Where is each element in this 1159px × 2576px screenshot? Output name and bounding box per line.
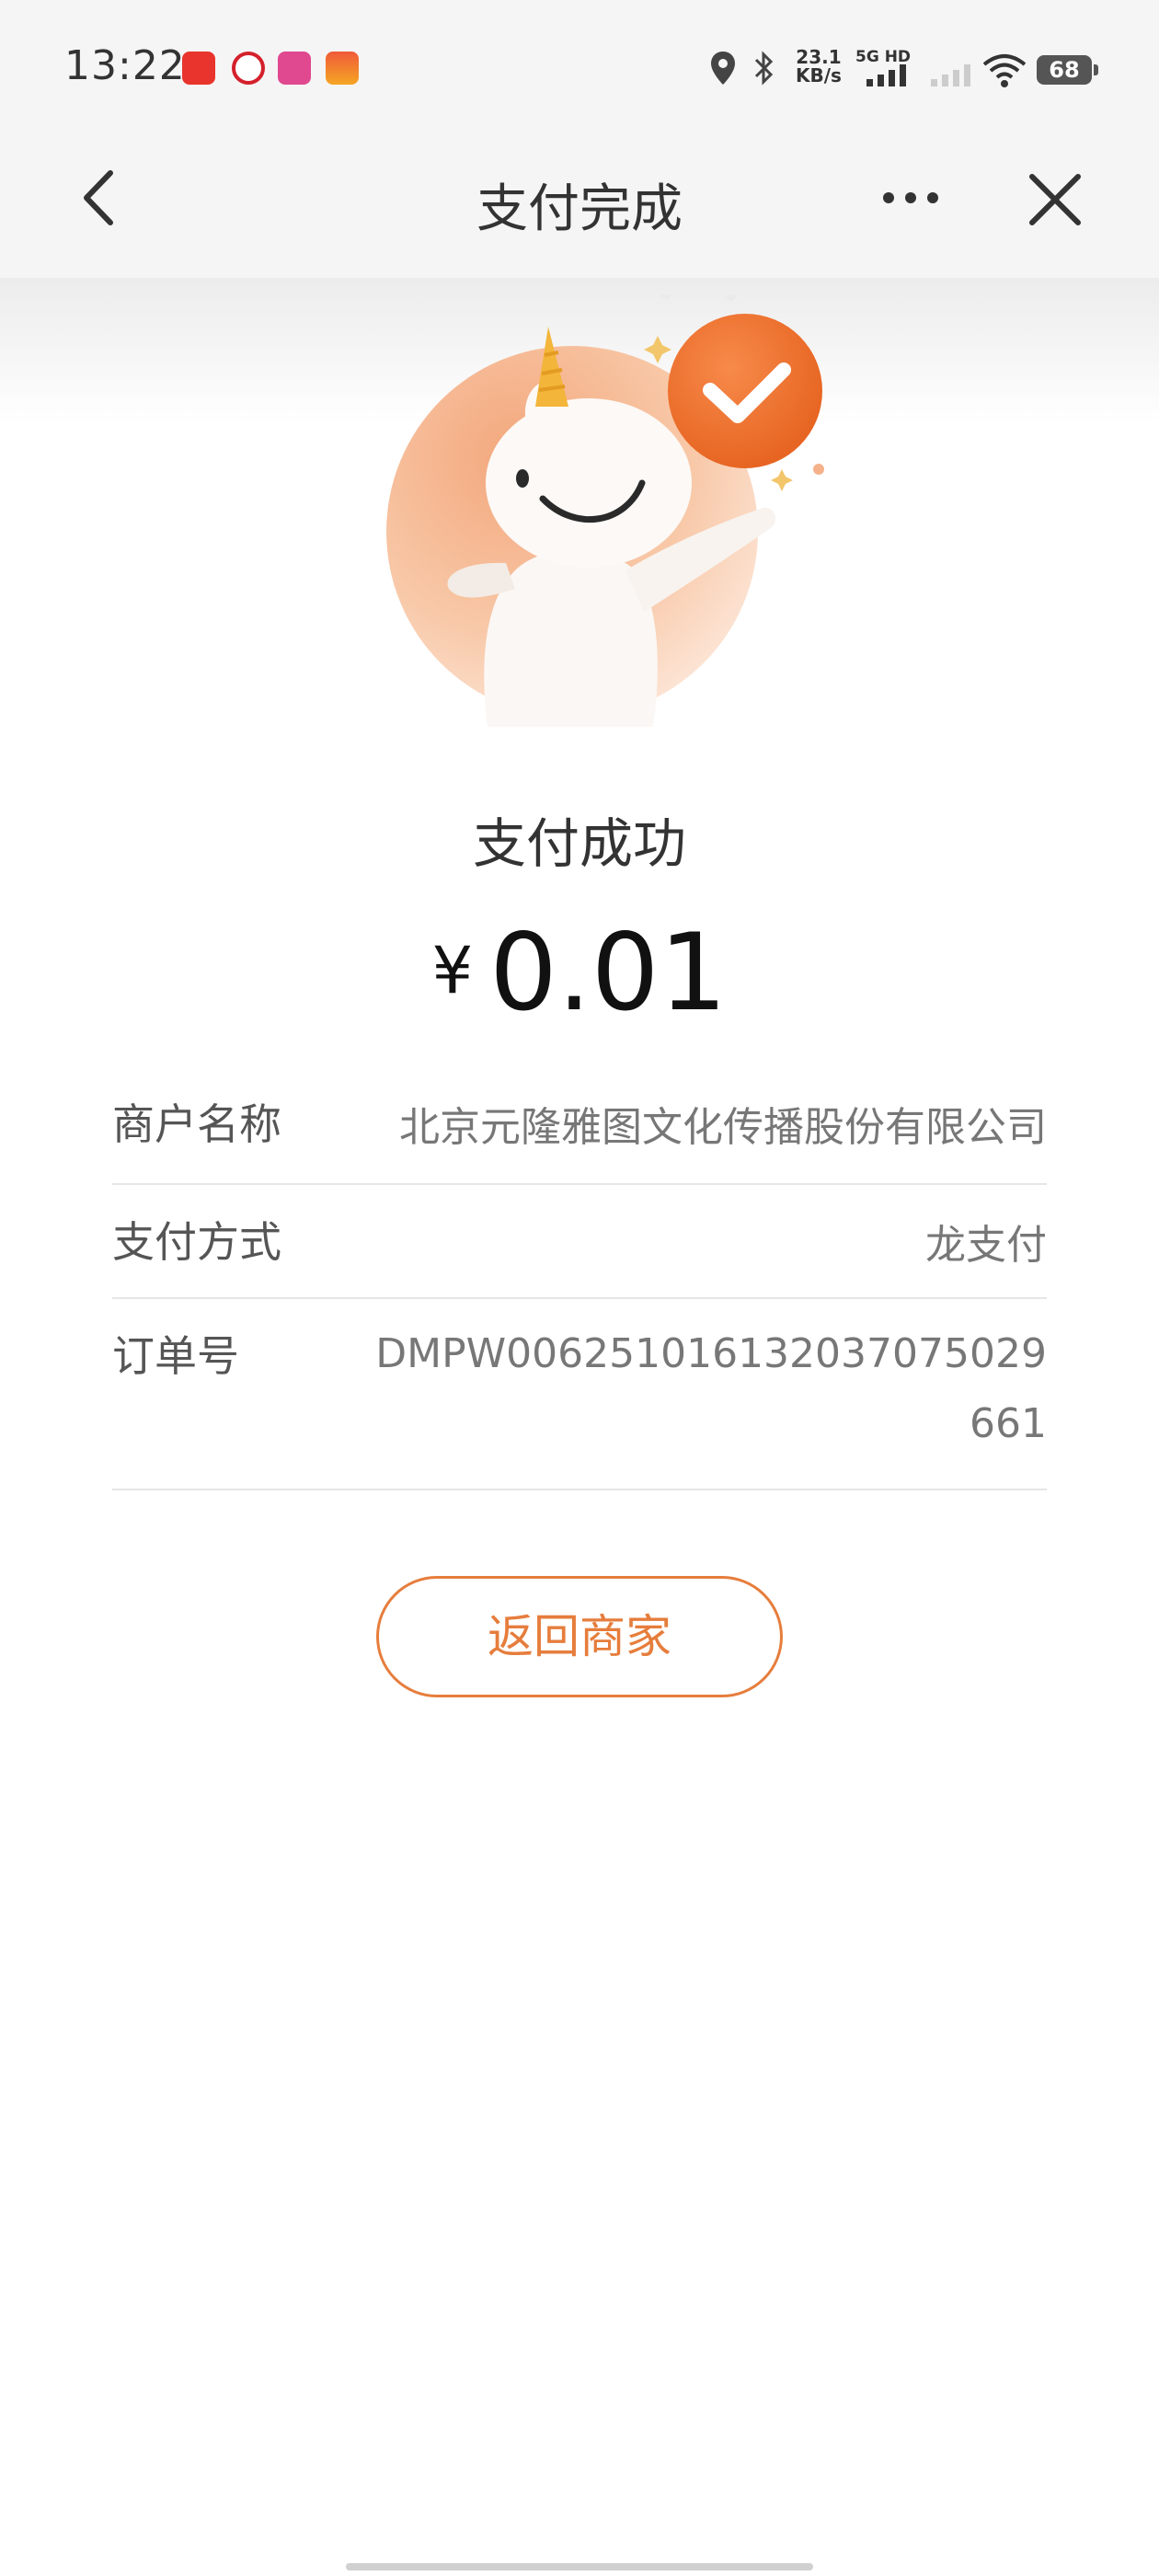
currency-symbol: ¥ <box>431 933 474 1008</box>
more-horizontal-icon <box>883 192 938 203</box>
detail-label: 支付方式 <box>112 1217 281 1267</box>
more-button[interactable] <box>874 175 947 221</box>
detail-label: 商户名称 <box>112 1099 281 1149</box>
home-indicator[interactable] <box>346 2563 813 2570</box>
payment-amount: ¥0.01 <box>0 911 1159 1035</box>
detail-row-merchant: 商户名称 北京元隆雅图文化传播股份有限公司 <box>112 1067 1047 1185</box>
page-title: 支付完成 <box>476 179 683 239</box>
status-time: 13:22 <box>64 42 186 89</box>
network-type-label: 5G HD <box>855 48 912 66</box>
detail-row-order-number: 订单号 DMPW006251016132037075029661 <box>112 1299 1047 1490</box>
amount-value: 0.01 <box>489 911 728 1035</box>
toutiao-app-icon <box>182 52 215 85</box>
net-speed-value: 23.1 <box>796 46 842 68</box>
detail-label: 订单号 <box>112 1331 239 1381</box>
detail-value: DMPW006251016132037075029661 <box>375 1330 1047 1447</box>
close-icon <box>1029 174 1081 225</box>
success-mascot-illustration <box>386 294 824 727</box>
signal-icon <box>866 64 906 86</box>
payment-success-title: 支付成功 <box>472 812 686 875</box>
wifi-icon <box>982 54 1027 87</box>
payment-complete-screen: 13:22 23.1 KB/s 5G HD 68 支付完成 支付成功 ¥ 0.0… <box>0 0 1159 2576</box>
location-icon <box>711 52 735 85</box>
net-speed: 23.1 KB/s <box>796 48 842 85</box>
payment-details: 商户名称 北京元隆雅图文化传播股份有限公司 支付方式 龙支付 订单号 DMPW0… <box>112 1067 1047 1490</box>
detail-row-payment-method: 支付方式 龙支付 <box>112 1185 1047 1299</box>
bluetooth-icon <box>754 51 774 86</box>
back-to-merchant-button[interactable]: 返回商家 <box>376 1576 783 1697</box>
signal-secondary-icon <box>931 64 970 86</box>
status-bar: 13:22 23.1 KB/s 5G HD 68 <box>0 0 1159 138</box>
game-app-icon <box>326 52 359 85</box>
close-button[interactable] <box>1023 167 1087 232</box>
bilibili-app-icon <box>278 52 311 85</box>
battery-indicator: 68 <box>1037 55 1098 85</box>
cmb-app-icon <box>232 52 265 85</box>
net-speed-unit: KB/s <box>796 64 842 86</box>
